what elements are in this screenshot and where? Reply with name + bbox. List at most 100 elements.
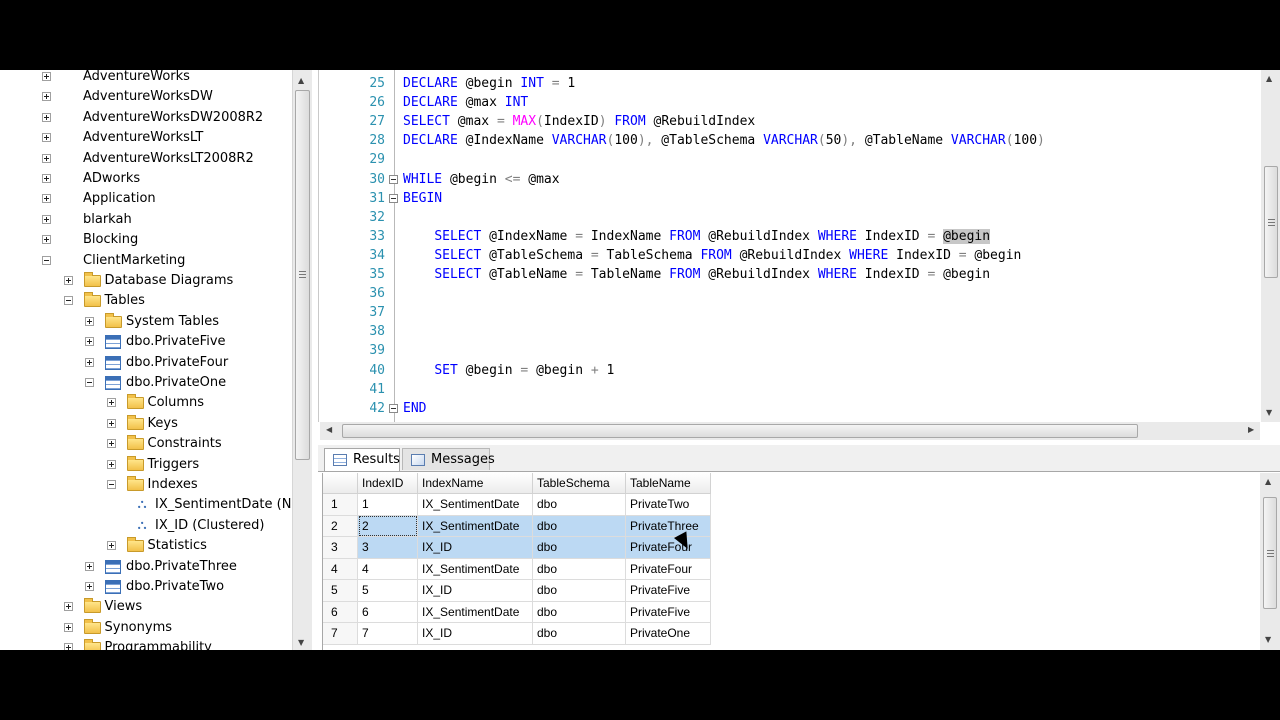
table-cell[interactable]: IX_SentimentDate <box>417 493 533 516</box>
row-number[interactable]: 7 <box>323 622 358 645</box>
table-row[interactable]: 4 4 IX_SentimentDate dbo PrivateFour <box>323 558 711 580</box>
tab-results[interactable]: Results <box>324 448 400 471</box>
expand-icon[interactable] <box>63 622 73 632</box>
table-cell[interactable]: 3 <box>357 536 418 559</box>
table-cell[interactable]: PrivateThree <box>625 515 711 537</box>
expand-icon[interactable] <box>85 337 94 347</box>
code-line[interactable]: 25 DECLARE @begin INT = 1 <box>319 74 1259 93</box>
code-line[interactable]: 32 <box>319 208 1259 227</box>
tree-node[interactable]: blarkah <box>0 210 292 230</box>
tree-node[interactable]: Keys <box>0 414 292 434</box>
tree-node[interactable]: ⛬ IX_SentimentDate (N <box>0 495 292 515</box>
table-cell[interactable]: 1 <box>357 493 418 516</box>
tree-node[interactable]: Constraints <box>0 434 292 454</box>
tree-node[interactable]: Programmability <box>0 638 292 650</box>
explorer-scroll-thumb[interactable] <box>295 90 310 460</box>
code-line[interactable]: 42 END <box>319 399 1259 418</box>
code-line[interactable]: 30 WHILE @begin <= @max <box>319 170 1259 189</box>
tree-node[interactable]: System Tables <box>0 312 292 332</box>
tree-node[interactable]: ADworks <box>0 169 292 189</box>
tree-node[interactable]: Blocking <box>0 230 292 250</box>
expand-icon[interactable] <box>42 235 51 245</box>
tree-node[interactable]: Statistics <box>0 536 292 556</box>
code-line[interactable]: 39 <box>319 341 1259 360</box>
table-cell[interactable]: 5 <box>357 579 418 602</box>
row-number[interactable]: 2 <box>323 515 358 537</box>
tree-node[interactable]: Application <box>0 189 292 209</box>
row-number[interactable]: 3 <box>323 536 358 559</box>
table-cell[interactable]: 7 <box>357 622 418 645</box>
table-row[interactable]: 6 6 IX_SentimentDate dbo PrivateFive <box>323 601 711 623</box>
collapse-region-icon[interactable] <box>389 174 398 184</box>
expand-icon[interactable] <box>85 357 94 367</box>
tree-node[interactable]: AdventureWorks <box>0 70 292 87</box>
tree-node[interactable]: Triggers <box>0 455 292 475</box>
expand-icon[interactable] <box>42 92 51 102</box>
code-line[interactable]: 27 SELECT @max = MAX(IndexID) FROM @Rebui… <box>319 112 1259 131</box>
results-scrollbar[interactable]: ▲ ▼ <box>1260 473 1280 650</box>
table-cell[interactable]: dbo <box>532 493 626 516</box>
tree-node[interactable]: AdventureWorksLT <box>0 128 292 148</box>
column-header[interactable]: IndexID <box>357 473 418 494</box>
table-cell[interactable]: IX_SentimentDate <box>417 515 533 537</box>
editor-vertical-scrollbar[interactable]: ▲ ▼ <box>1261 70 1280 422</box>
table-row[interactable]: 5 5 IX_ID dbo PrivateFive <box>323 579 711 602</box>
code-line[interactable]: 35 SELECT @TableName = TableName FROM @R… <box>319 265 1259 284</box>
scroll-down-icon[interactable]: ▼ <box>1266 408 1272 417</box>
tree-node[interactable]: AdventureWorksDW <box>0 87 292 107</box>
collapse-icon[interactable] <box>42 255 51 265</box>
tab-messages[interactable]: Messages <box>402 448 495 470</box>
table-cell[interactable]: PrivateFour <box>625 536 711 559</box>
row-number[interactable]: 1 <box>323 493 358 516</box>
query-editor[interactable]: 25 DECLARE @begin INT = 1 26 DECLARE @max I… <box>318 70 1280 422</box>
code-line[interactable]: 34 SELECT @TableSchema = TableSchema FRO… <box>319 246 1259 265</box>
tree-node[interactable]: dbo.PrivateTwo <box>0 577 292 597</box>
expand-icon[interactable] <box>106 398 116 408</box>
editor-hscroll-thumb[interactable] <box>342 424 1138 438</box>
tree-node[interactable]: dbo.PrivateOne <box>0 373 292 393</box>
table-cell[interactable]: IX_ID <box>417 579 533 602</box>
expand-icon[interactable] <box>42 214 51 224</box>
row-number[interactable]: 6 <box>323 601 358 623</box>
tree-node[interactable]: dbo.PrivateThree <box>0 557 292 577</box>
table-cell[interactable]: dbo <box>532 515 626 537</box>
code-line[interactable]: 26 DECLARE @max INT <box>319 93 1259 112</box>
code-line[interactable]: 33 SELECT @IndexName = IndexName FROM @R… <box>319 227 1259 246</box>
tree-node[interactable]: Indexes <box>0 475 292 495</box>
column-header[interactable]: TableName <box>625 473 711 494</box>
tree-node[interactable]: Views <box>0 597 292 617</box>
collapse-icon[interactable] <box>106 480 116 489</box>
column-header[interactable]: TableSchema <box>532 473 626 494</box>
expand-icon[interactable] <box>85 316 94 326</box>
collapse-icon[interactable] <box>63 296 73 306</box>
tree-node[interactable]: Synonyms <box>0 618 292 638</box>
table-row[interactable]: 7 7 IX_ID dbo PrivateOne <box>323 622 711 645</box>
code-line[interactable]: 38 <box>319 322 1259 341</box>
explorer-scrollbar[interactable]: ▲ ▼ <box>292 70 312 650</box>
tree-node[interactable]: ⛬ IX_ID (Clustered) <box>0 516 292 536</box>
scroll-down-icon[interactable]: ▼ <box>1265 635 1271 644</box>
tree-node[interactable]: AdventureWorksLT2008R2 <box>0 149 292 169</box>
tree-node[interactable]: ClientMarketing <box>0 251 292 271</box>
table-cell[interactable]: dbo <box>532 622 626 645</box>
scroll-down-icon[interactable]: ▼ <box>298 638 304 647</box>
results-grid[interactable]: IndexID IndexName TableSchema TableName … <box>322 473 1280 650</box>
row-number-header[interactable] <box>323 473 358 494</box>
table-row[interactable]: 1 1 IX_SentimentDate dbo PrivateTwo <box>323 493 711 516</box>
editor-horizontal-scrollbar[interactable]: ◀ ▶ <box>320 422 1260 440</box>
scroll-left-icon[interactable]: ◀ <box>326 425 332 434</box>
expand-icon[interactable] <box>63 276 73 285</box>
tree-node[interactable]: AdventureWorksDW2008R2 <box>0 108 292 128</box>
editor-scroll-thumb[interactable] <box>1264 166 1278 278</box>
table-cell[interactable]: PrivateFour <box>625 558 711 580</box>
expand-icon[interactable] <box>106 459 116 469</box>
results-scroll-thumb[interactable] <box>1263 497 1277 609</box>
expand-icon[interactable] <box>42 174 51 183</box>
tree-node[interactable]: Columns <box>0 393 292 413</box>
scroll-up-icon[interactable]: ▲ <box>1265 477 1271 486</box>
scroll-up-icon[interactable]: ▲ <box>298 76 304 85</box>
tree-node[interactable]: dbo.PrivateFour <box>0 353 292 373</box>
code-line[interactable]: 41 <box>319 380 1259 399</box>
table-cell[interactable]: dbo <box>532 579 626 602</box>
expand-icon[interactable] <box>106 541 116 551</box>
